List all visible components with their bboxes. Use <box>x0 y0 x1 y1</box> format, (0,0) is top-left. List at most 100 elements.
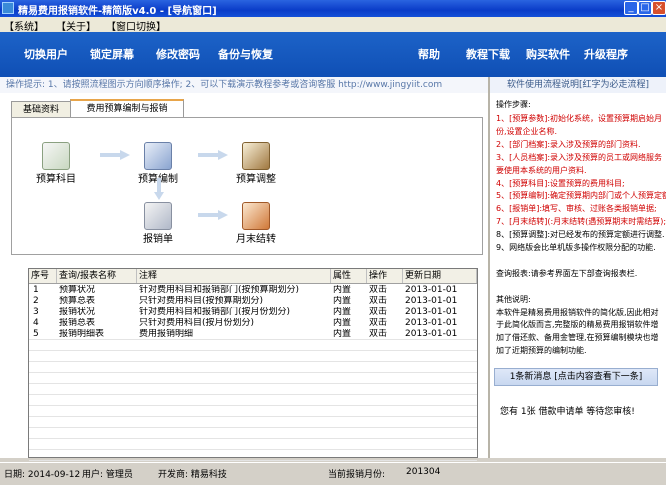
instruction-line: 份,设置企业名称. <box>496 126 558 136</box>
flow-diagram: 预算科目 预算编制 预算调整 报销单 月末结转 <box>11 117 483 255</box>
window-title: 精易费用报销软件-精简版v4.0 - [导航窗口] <box>18 6 217 17</box>
instruction-line: 加了借还款、备用金管理,在预算编制模块也增 <box>496 333 659 343</box>
flow-label-budget-subject: 预算科目 <box>36 174 76 185</box>
grid-line <box>29 383 477 384</box>
maximize-icon[interactable]: □ <box>638 1 652 15</box>
arrow-icon <box>198 210 228 220</box>
grid-line <box>29 394 477 395</box>
col-index[interactable]: 序号 <box>29 269 57 283</box>
table-cell: 1 <box>33 285 39 295</box>
backup-restore-button[interactable]: 备份与恢复 <box>218 46 273 62</box>
tab-basic-data[interactable]: 基础资料 <box>11 101 71 118</box>
upgrade-button[interactable]: 升级程序 <box>584 46 628 62</box>
grid-line <box>29 438 477 439</box>
grid-line <box>29 427 477 428</box>
col-name[interactable]: 查询/报表名称 <box>57 269 137 283</box>
table-row[interactable]: 1 预算状况 针对费用科目和报销部门(按预算期划分) 内置 双击 2013-01-01 <box>29 285 477 296</box>
app-icon <box>2 2 14 14</box>
instruction-line: 2、[部门档案]:录入涉及预算的部门资料. <box>496 139 641 149</box>
grid-line <box>29 350 477 351</box>
notice-banner[interactable]: 1条新消息 [点击内容查看下一条] <box>494 368 658 386</box>
table-cell: 内置 <box>333 285 352 295</box>
instruction-line: 于此简化版而言,完整版的精易费用报销软件增 <box>496 320 659 330</box>
instruction-line: 其他说明: <box>496 294 531 304</box>
status-developer: 开发商: 精易科技 <box>158 470 227 480</box>
help-button[interactable]: 帮助 <box>418 46 440 62</box>
table-cell: 双击 <box>369 318 388 328</box>
table-cell: 只针对费用科目(按预算期划分) <box>139 296 264 306</box>
instruction-line: 要使用本系统的用户资料. <box>496 165 587 175</box>
col-date[interactable]: 更新日期 <box>403 269 477 283</box>
col-attr[interactable]: 属性 <box>331 269 367 283</box>
status-period: 201304 <box>406 467 441 477</box>
table-row[interactable]: 2 预算总表 只针对费用科目(按预算期划分) 内置 双击 2013-01-01 <box>29 296 477 307</box>
status-user: 用户: 管理员 <box>82 470 133 480</box>
menu-bar: 【系统】 【关于】 【窗口切换】 <box>0 17 666 33</box>
table-cell: 针对费用科目和报销部门(按预算期划分) <box>139 285 300 295</box>
budget-subject-icon <box>42 142 70 170</box>
table-cell: 2013-01-01 <box>405 307 458 317</box>
lock-screen-button[interactable]: 锁定屏幕 <box>90 46 134 62</box>
switch-user-button[interactable]: 切换用户 <box>24 46 68 62</box>
arrow-icon <box>198 150 228 160</box>
table-cell: 针对费用科目和报销部门(按月份划分) <box>139 307 291 317</box>
buy-software-button[interactable]: 购买软件 <box>526 46 570 62</box>
status-period-label: 当前报销月份: <box>328 470 386 480</box>
arrow-down-icon <box>154 178 164 200</box>
flow-node-budget-subject[interactable]: 预算科目 <box>26 142 86 185</box>
grid-line <box>29 339 477 340</box>
status-bar: 日期: 2014-09-12 用户: 管理员 开发商: 精易科技 当前报销月份:… <box>0 462 666 485</box>
grid-line <box>29 416 477 417</box>
flow-label-budget-adjust: 预算调整 <box>236 174 276 185</box>
instruction-line: 本软件是精易费用报销软件的简化版,因此相对 <box>496 307 659 317</box>
col-action[interactable]: 操作 <box>367 269 403 283</box>
minimize-icon[interactable]: _ <box>624 1 638 15</box>
budget-adjust-icon <box>242 142 270 170</box>
flow-label-expense-form: 报销单 <box>143 234 173 245</box>
table-cell: 2013-01-01 <box>405 285 458 295</box>
table-cell: 报销状况 <box>59 307 96 317</box>
instruction-line: 1、[预算参数]:初始化系统，设置预算期启始月 <box>496 114 663 123</box>
table-cell: 2013-01-01 <box>405 296 458 306</box>
table-cell: 内置 <box>333 296 352 306</box>
flow-node-month-end[interactable]: 月末结转 <box>226 202 286 245</box>
table-cell: 2 <box>33 296 39 306</box>
title-bar: 精易费用报销软件-精简版v4.0 - [导航窗口] _ □ × <box>0 0 666 17</box>
top-nav: 切换用户 锁定屏幕 修改密码 备份与恢复 帮助 教程下载 购买软件 升级程序 <box>0 32 666 77</box>
status-date: 日期: 2014-09-12 <box>4 470 81 480</box>
grid-line <box>29 460 477 461</box>
table-cell: 双击 <box>369 296 388 306</box>
flow-node-budget-adjust[interactable]: 预算调整 <box>226 142 286 185</box>
table-cell: 双击 <box>369 307 388 317</box>
report-table: 序号 查询/报表名称 注释 属性 操作 更新日期 1 预算状况 针对费用科目和报销部… <box>28 268 478 461</box>
table-cell: 3 <box>33 307 39 317</box>
tutorial-download-button[interactable]: 教程下载 <box>466 46 510 62</box>
instruction-line: 9、网络版会比单机版多操作权限分配的功能. <box>496 243 656 252</box>
close-icon[interactable]: × <box>652 1 666 15</box>
instruction-line: 7、[月末结转](:月末结转(遇预算期末时需结算); <box>496 217 666 227</box>
flow-label-month-end: 月末结转 <box>236 234 276 245</box>
table-header: 序号 查询/报表名称 注释 属性 操作 更新日期 <box>29 269 477 284</box>
grid-line <box>29 449 477 450</box>
table-cell: 报销总表 <box>59 318 96 328</box>
instruction-line: 8、[预算调整]:对已经发布的预算定额进行调整. <box>496 230 665 240</box>
menu-about[interactable]: 【关于】 <box>56 18 96 33</box>
col-note[interactable]: 注释 <box>137 269 331 283</box>
menu-system[interactable]: 【系统】 <box>4 18 44 33</box>
instruction-line: 5、[预算编制]:确定预算期内部门或个人预算定额 <box>496 191 666 201</box>
change-password-button[interactable]: 修改密码 <box>156 46 200 62</box>
table-row[interactable]: 3 报销状况 针对费用科目和报销部门(按月份划分) 内置 双击 2013-01-01 <box>29 307 477 318</box>
instruction-line: 加了近期预算的编制功能. <box>496 346 587 356</box>
hint-text: 操作提示: 1、请按照流程图示方向顺序操作; 2、可以下载演示教程参考或咨询客服… <box>6 80 443 90</box>
table-cell: 内置 <box>333 307 352 317</box>
flow-node-expense-form[interactable]: 报销单 <box>128 202 188 245</box>
budget-compile-icon <box>144 142 172 170</box>
table-cell: 内置 <box>333 318 352 328</box>
hint-bar: 操作提示: 1、请按照流程图示方向顺序操作; 2、可以下载演示教程参考或咨询客服… <box>0 77 488 94</box>
pending-message[interactable]: 您有 1张 借款申请单 等待您审核! <box>500 404 635 417</box>
menu-window-switch[interactable]: 【窗口切换】 <box>106 18 166 33</box>
tab-budget-expense[interactable]: 费用预算编制与报销 <box>70 99 184 118</box>
table-row[interactable]: 4 报销总表 只针对费用科目(按月份划分) 内置 双击 2013-01-01 <box>29 318 477 329</box>
arrow-icon <box>100 150 130 160</box>
grid-line <box>29 372 477 373</box>
